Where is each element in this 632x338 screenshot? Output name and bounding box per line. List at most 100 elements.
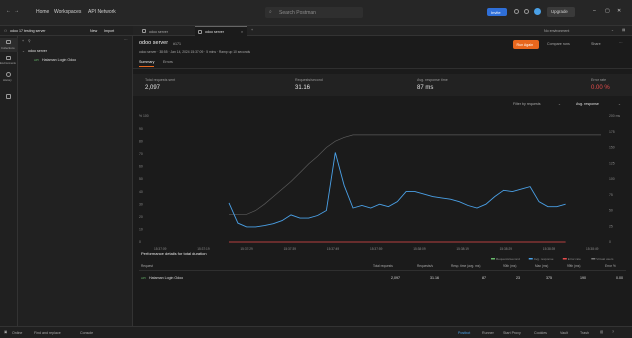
tab-errors[interactable]: Errors [163,60,173,64]
runner-icon [198,30,202,34]
search-box[interactable]: ⌕ Search Postman [265,7,363,18]
y-left-tick-label: 90 [139,127,143,131]
more-icon[interactable]: ··· [124,38,128,42]
run-meta: odoo server · 38:55 · Jan 14, 2024 15:37… [139,50,251,54]
chevron-down-icon[interactable]: ⌄ [558,102,561,106]
y-left-tick-label: 80 [139,139,143,143]
settings-icon[interactable] [514,9,519,14]
cookies[interactable]: Cookies [534,331,547,335]
runner[interactable]: Runner [482,331,494,335]
collections-icon [6,40,11,44]
tree-request[interactable]: API Hataman Login Odoo [18,57,133,64]
legend-swatch [528,258,533,260]
collection-tree: + ⚲ ··· ⌄ odoo server API Hataman Login … [18,36,133,326]
y-right-tick-label: 150 [609,146,615,150]
legend-label: Requests/second [496,257,520,261]
x-tick-label: 15:38:49 [586,247,599,251]
find-replace[interactable]: Find and replace [34,331,61,335]
x-tick-label: 15:37:49 [327,247,340,251]
close-icon[interactable]: ✕ [617,8,621,14]
chevron-down-icon[interactable]: ⌄ [611,28,614,32]
env-settings-icon[interactable]: ▤ [622,28,625,32]
perf-table-header: Request Total requests Requests/s Resp. … [139,262,626,271]
stat-label: Total requests sent [145,78,176,82]
import-button[interactable]: Import [104,29,114,33]
add-icon[interactable]: + [22,39,24,43]
layout-icon[interactable]: ▥ [600,330,603,334]
y-left-tick-label: 0 [139,240,141,244]
compare-runs-button[interactable]: Compare runs [547,42,570,46]
notifications-icon[interactable] [524,9,529,14]
x-tick-label: 15:38:39 [543,247,556,251]
chevron-down-icon[interactable]: ⌄ [618,102,621,106]
sidebar-toggle-icon[interactable]: ▣ [4,330,7,334]
search-icon: ⌕ [269,9,272,15]
workspace-name[interactable]: odoo 17 testing server [10,29,46,33]
avatar[interactable] [534,8,541,15]
tab-runner-2[interactable]: odoo server × [195,26,247,36]
forward-arrow-icon[interactable]: → [14,8,19,14]
y-right-tick-label: 175 [609,130,615,134]
trash[interactable]: Trash [580,331,589,335]
request-method-badge: API [141,276,146,280]
console[interactable]: Console [80,331,93,335]
upgrade-button[interactable]: Upgrade [547,7,575,17]
sidebar-item-history[interactable]: History [0,70,18,84]
minimize-icon[interactable]: – [593,8,596,14]
y-left-tick-label: 10 [139,228,143,232]
stat-label: Requests/second [295,78,323,82]
x-tick-label: 15:38:09 [413,247,426,251]
flows-icon[interactable] [6,94,11,99]
environments-icon [6,56,11,60]
vault[interactable]: Vault [560,331,568,335]
divider [133,68,632,69]
maximize-icon[interactable]: ▢ [605,8,610,14]
y-right-tick-label: 100 [609,177,615,181]
tab-bar: odoo server odoo server × + No environme… [133,26,632,36]
filter-icon[interactable]: ⚲ [28,39,31,43]
invite-button[interactable]: Invite [487,8,507,16]
tab-summary[interactable]: Summary [139,60,154,64]
new-button[interactable]: New [90,29,97,33]
start-proxy[interactable]: Start Proxy [503,331,521,335]
add-tab-icon[interactable]: + [251,28,253,32]
y-left-tick-label: % 100 [139,114,149,118]
y-left-tick-label: 30 [139,202,143,206]
metric-select[interactable]: Avg. response [576,102,599,106]
y-right-tick-label: 125 [609,161,615,165]
share-button[interactable]: Share [591,42,601,46]
table-row[interactable]: API Hataman Login Odoo 2,097 31.16 87 23… [139,274,626,283]
tree-collection[interactable]: ⌄ odoo server [18,48,133,55]
postbot[interactable]: Postbot [458,331,470,335]
stats-row: Total requests sent 2,097 Requests/secon… [133,74,632,96]
y-right-tick-label: 200 ms [609,114,620,118]
filter-requests[interactable]: Filter by requests [513,102,541,106]
more-icon[interactable]: ··· [619,41,623,45]
sidebar-item-collections[interactable]: Collections [0,38,18,52]
history-icon [6,72,11,77]
performance-chart: % 1009080706050403020100200 ms1751501251… [139,114,620,261]
legend-label: Avg. response [534,257,554,261]
stat-value: 31.16 [295,85,311,91]
series-line-avg-response [228,152,566,228]
back-arrow-icon[interactable]: ← [6,8,11,14]
run-id: #171 [173,41,181,46]
sidebar-item-environments[interactable]: Environments [0,54,18,68]
main-area: odoo server odoo server × + No environme… [133,26,632,326]
sidebar: Collections Environments History [0,36,18,326]
nav-home[interactable]: Home [36,9,49,15]
tab-runner-1[interactable]: odoo server [139,27,191,36]
series-line-virtual-users [229,134,601,215]
chevron-down-icon: ⌄ [22,49,26,53]
nav-workspaces[interactable]: Workspaces [54,9,81,15]
nav-api-network[interactable]: API Network [88,9,116,15]
env-selector[interactable]: No environment [544,29,569,33]
y-left-tick-label: 70 [139,152,143,156]
online-status[interactable]: Online [12,331,22,335]
help-icon[interactable]: ? [612,330,614,334]
run-again-button[interactable]: Run Again [513,40,539,49]
stat-value: 87 ms [417,85,434,91]
y-right-tick-label: 50 [609,209,613,213]
search-placeholder: Search Postman [279,10,316,16]
close-tab-icon[interactable]: × [241,30,243,34]
